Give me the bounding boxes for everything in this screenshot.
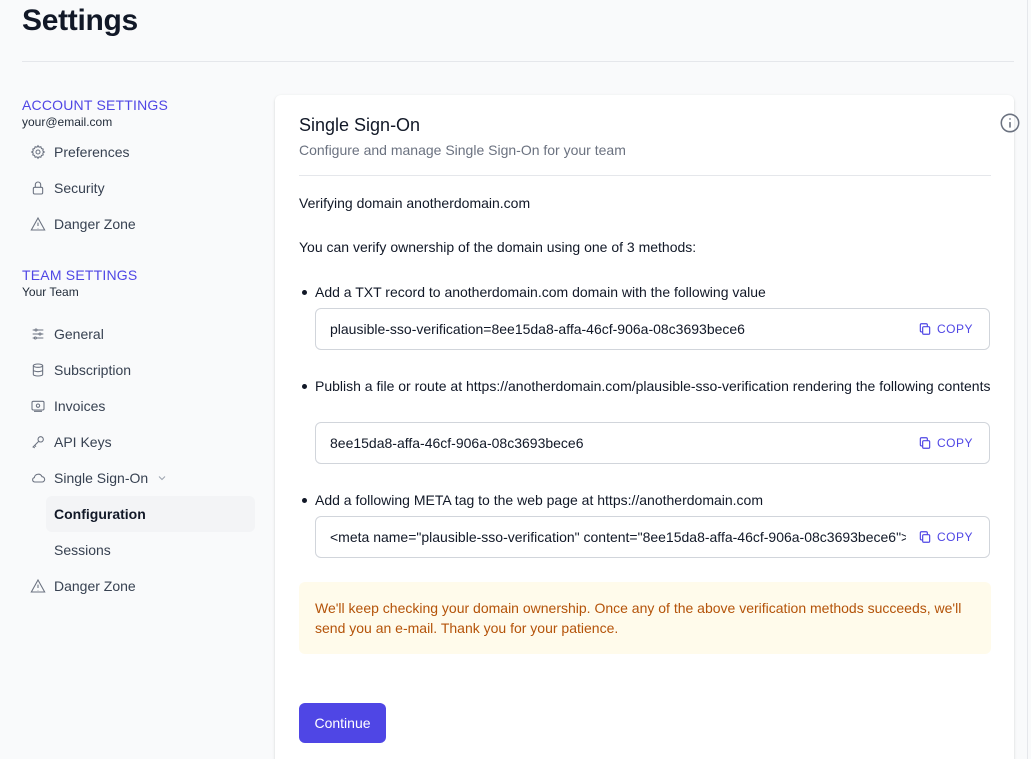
- sidebar-item-danger-zone[interactable]: Danger Zone: [22, 206, 256, 242]
- card-divider: [299, 175, 991, 176]
- sidebar-item-label: Preferences: [54, 144, 130, 160]
- key-icon: [30, 434, 46, 450]
- copy-button[interactable]: COPY: [905, 309, 989, 349]
- method-description: Add a TXT record to anotherdomain.com do…: [315, 284, 766, 300]
- right-divider: [1027, 0, 1028, 759]
- warning-icon: [30, 216, 46, 232]
- sidebar-item-label: Single Sign-On: [54, 470, 149, 486]
- invoice-icon: [30, 398, 46, 414]
- bullet-dot: [302, 498, 307, 503]
- method-file-route: Publish a file or route at https://anoth…: [299, 376, 991, 396]
- cloud-icon: [30, 470, 46, 486]
- sidebar-item-label: Sessions: [54, 542, 111, 558]
- team-settings-heading: TEAM SETTINGS: [22, 267, 138, 283]
- sso-card: Single Sign-On Configure and manage Sing…: [275, 95, 1020, 759]
- sidebar-item-invoices[interactable]: Invoices: [22, 388, 256, 424]
- sidebar-subitem-sessions[interactable]: Sessions: [46, 532, 256, 568]
- lock-icon: [30, 180, 46, 196]
- sidebar-item-preferences[interactable]: Preferences: [22, 134, 256, 170]
- info-circle-icon[interactable]: [999, 112, 1021, 134]
- copy-label: COPY: [936, 436, 973, 450]
- copy-label: COPY: [936, 530, 973, 544]
- page-title: Settings: [22, 4, 138, 37]
- copy-button[interactable]: COPY: [905, 423, 989, 463]
- gear-icon: [30, 144, 46, 160]
- database-icon: [30, 362, 46, 378]
- sidebar-item-label: Security: [54, 180, 105, 196]
- sidebar-item-api-keys[interactable]: API Keys: [22, 424, 256, 460]
- copy-icon: [919, 531, 931, 543]
- warning-icon: [30, 578, 46, 594]
- sidebar-item-single-sign-on[interactable]: Single Sign-On: [22, 460, 256, 496]
- copy-button[interactable]: COPY: [905, 517, 989, 557]
- sidebar-item-security[interactable]: Security: [22, 170, 256, 206]
- sidebar-item-label: Danger Zone: [54, 578, 136, 594]
- verification-notice: We'll keep checking your domain ownershi…: [299, 582, 991, 654]
- sidebar-item-label: General: [54, 326, 104, 342]
- title-divider: [22, 61, 1014, 62]
- method-meta-tag: Add a following META tag to the web page…: [299, 490, 991, 510]
- bullet-dot: [302, 384, 307, 389]
- meta-tag-value[interactable]: <meta name="plausible-sso-verification" …: [316, 529, 906, 545]
- bullet-dot: [302, 290, 307, 295]
- account-settings-heading: ACCOUNT SETTINGS: [22, 97, 169, 113]
- continue-button[interactable]: Continue: [299, 703, 386, 743]
- account-email: your@email.com: [22, 115, 113, 129]
- card-title: Single Sign-On: [299, 115, 421, 135]
- settings-page: Settings ACCOUNT SETTINGS your@email.com…: [0, 0, 1031, 759]
- team-name: Your Team: [22, 285, 79, 299]
- sidebar-item-label: Danger Zone: [54, 216, 136, 232]
- copy-label: COPY: [936, 322, 973, 336]
- sidebar-item-label: Configuration: [54, 506, 146, 522]
- method-txt-record: Add a TXT record to anotherdomain.com do…: [299, 282, 991, 302]
- sliders-icon: [30, 326, 46, 342]
- copy-icon: [919, 437, 931, 449]
- txt-record-value-field[interactable]: plausible-sso-verification=8ee15da8-affa…: [315, 308, 990, 350]
- file-contents-value[interactable]: 8ee15da8-affa-46cf-906a-08c3693bece6: [316, 435, 906, 451]
- sidebar-item-subscription[interactable]: Subscription: [22, 352, 256, 388]
- verifying-domain-text: Verifying domain anotherdomain.com: [299, 195, 531, 211]
- card-description: Configure and manage Single Sign-On for …: [299, 142, 626, 158]
- meta-tag-value-field[interactable]: <meta name="plausible-sso-verification" …: [315, 516, 990, 558]
- file-contents-value-field[interactable]: 8ee15da8-affa-46cf-906a-08c3693bece6 COP…: [315, 422, 990, 464]
- sidebar-item-label: Invoices: [54, 398, 106, 414]
- settings-sidebar: ACCOUNT SETTINGS your@email.com Preferen…: [22, 96, 256, 604]
- sidebar-item-label: API Keys: [54, 434, 112, 450]
- method-description: Publish a file or route at https://anoth…: [315, 378, 991, 394]
- chevron-down-icon[interactable]: [156, 472, 168, 484]
- sidebar-item-general[interactable]: General: [22, 316, 256, 352]
- copy-icon: [919, 323, 931, 335]
- sidebar-item-label: Subscription: [54, 362, 132, 378]
- sidebar-subitem-configuration[interactable]: Configuration: [46, 496, 255, 532]
- txt-record-value[interactable]: plausible-sso-verification=8ee15da8-affa…: [316, 321, 906, 337]
- methods-intro-text: You can verify ownership of the domain u…: [299, 239, 697, 255]
- method-description: Add a following META tag to the web page…: [315, 492, 764, 508]
- sidebar-item-team-danger-zone[interactable]: Danger Zone: [22, 568, 256, 604]
